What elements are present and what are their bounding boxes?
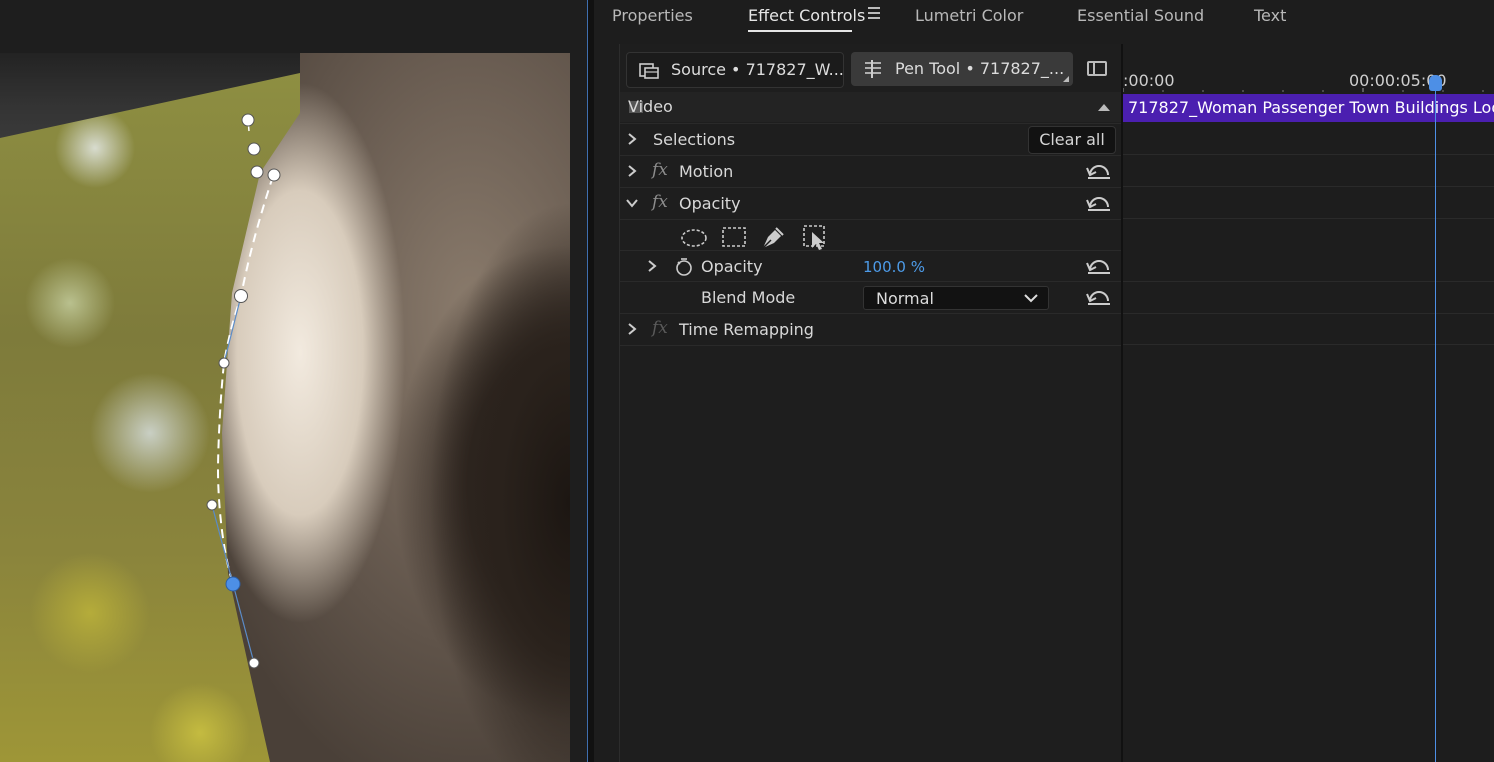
opacity-value[interactable]: 100.0 %	[863, 258, 925, 276]
blend-mode-value: Normal	[876, 289, 934, 308]
panel-toggle-icon[interactable]	[1087, 61, 1107, 76]
effect-controls-panel: Source • 717827_W... Pen Tool • 717827_.…	[619, 44, 1494, 762]
chevron-right-icon[interactable]	[626, 165, 638, 177]
panel-gutter	[588, 0, 594, 762]
clear-all-button[interactable]: Clear all	[1028, 126, 1116, 154]
mask-handle[interactable]	[248, 657, 260, 669]
row-separator	[1123, 281, 1494, 282]
collapse-up-icon[interactable]	[1098, 103, 1110, 111]
pen-tool-clip-button[interactable]: Pen Tool • 717827_...	[851, 52, 1073, 86]
dropdown-corner-icon	[1063, 76, 1069, 82]
playhead-handle[interactable]	[1429, 75, 1442, 91]
mask-path-overlay[interactable]	[0, 0, 587, 762]
hamburger-menu-icon[interactable]	[868, 7, 880, 21]
opacity-effect-row[interactable]: fx Opacity	[620, 187, 1121, 219]
row-separator	[1123, 154, 1494, 155]
sequence-icon	[639, 63, 659, 79]
video-header-label: Video	[628, 97, 673, 116]
video-section-header: Video	[620, 92, 1121, 122]
row-separator	[1123, 218, 1494, 219]
fx-icon[interactable]: fx	[652, 160, 668, 180]
mask-path[interactable]	[216, 175, 274, 585]
mask-handle[interactable]	[206, 499, 218, 511]
mask-vertex[interactable]	[250, 165, 264, 179]
row-separator	[1123, 344, 1494, 345]
motion-row[interactable]: fx Motion	[620, 155, 1121, 187]
blend-mode-dropdown[interactable]: Normal	[863, 286, 1049, 310]
reset-icon[interactable]	[1086, 161, 1112, 181]
fx-icon: fx	[652, 318, 668, 338]
reset-icon[interactable]	[1086, 287, 1112, 307]
blend-mode-row: Blend Mode Normal	[620, 281, 1121, 313]
mask-vertex[interactable]	[247, 142, 261, 156]
mask-vertex-selected[interactable]	[225, 576, 241, 592]
blend-mode-label: Blend Mode	[701, 288, 796, 307]
pen-tool-clip-label: Pen Tool • 717827_...	[895, 59, 1065, 78]
time-remapping-row[interactable]: fx Time Remapping	[620, 313, 1121, 346]
program-monitor[interactable]	[0, 0, 587, 762]
tab-text[interactable]: Text	[1254, 6, 1286, 25]
opacity-section-label: Opacity	[679, 194, 741, 213]
chevron-right-icon[interactable]	[626, 323, 638, 335]
active-tab-indicator	[748, 30, 852, 32]
rectangle-mask-icon[interactable]	[721, 226, 747, 248]
effect-timeline[interactable]: :00:00 00:00:05:00 717827_Woman Passenge…	[1123, 44, 1494, 762]
time-remapping-label: Time Remapping	[679, 320, 814, 339]
clip-bar[interactable]: 717827_Woman Passenger Town Buildings Lo…	[1123, 94, 1494, 122]
chevron-down-icon	[1024, 294, 1038, 303]
select-mask-icon[interactable]	[802, 224, 830, 252]
opacity-param-row[interactable]: Opacity 100.0 %	[620, 250, 1121, 282]
chevron-right-icon[interactable]	[626, 133, 638, 145]
tab-essential-sound[interactable]: Essential Sound	[1077, 6, 1204, 25]
stopwatch-icon[interactable]	[674, 257, 694, 277]
motion-label: Motion	[679, 162, 734, 181]
chevron-right-icon[interactable]	[646, 260, 658, 272]
tab-properties[interactable]: Properties	[612, 6, 693, 25]
ellipse-mask-icon[interactable]	[680, 228, 708, 248]
selections-label: Selections	[653, 130, 736, 149]
panel-tabs: Properties Effect Controls Lumetri Color…	[594, 0, 1494, 32]
fx-icon[interactable]: fx	[652, 192, 668, 212]
mask-handle[interactable]	[218, 357, 230, 369]
chevron-down-icon[interactable]	[626, 197, 638, 209]
source-clip-button[interactable]: Source • 717827_W...	[626, 52, 844, 88]
mask-vertex[interactable]	[241, 113, 255, 127]
timeline-clip-icon	[865, 60, 881, 78]
mask-vertex[interactable]	[234, 289, 248, 303]
mask-vertex[interactable]	[267, 168, 281, 182]
pen-mask-icon[interactable]	[760, 225, 786, 251]
effect-list: Source • 717827_W... Pen Tool • 717827_.…	[620, 44, 1123, 762]
playhead-line[interactable]	[1435, 84, 1436, 762]
reset-icon[interactable]	[1086, 256, 1112, 276]
row-separator	[1123, 313, 1494, 314]
tab-effect-controls[interactable]: Effect Controls	[748, 6, 865, 25]
opacity-param-label: Opacity	[701, 257, 763, 276]
tab-lumetri-color[interactable]: Lumetri Color	[915, 6, 1023, 25]
row-separator	[1123, 186, 1494, 187]
source-clip-label: Source • 717827_W...	[671, 60, 844, 79]
reset-icon[interactable]	[1086, 193, 1112, 213]
